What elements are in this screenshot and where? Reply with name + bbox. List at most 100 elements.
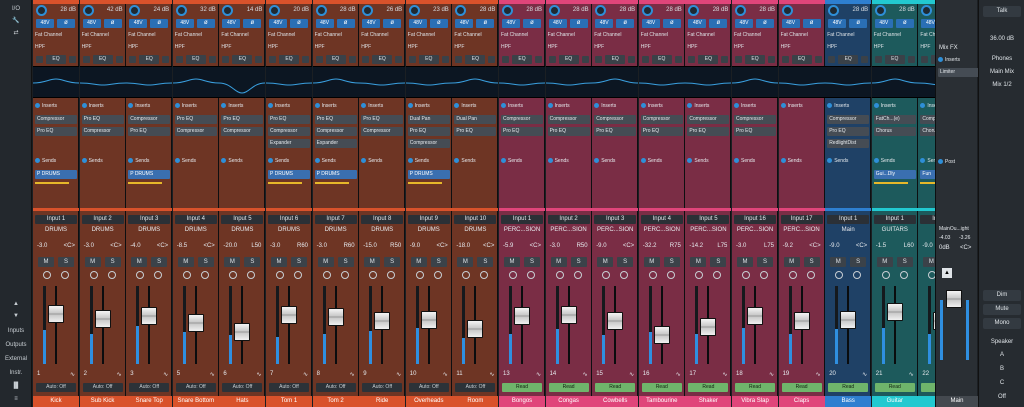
insert-slot[interactable]: Dual Pan [454, 115, 497, 124]
input-select[interactable]: Input 1 [873, 215, 916, 224]
pan-value[interactable]: L75 [764, 243, 774, 249]
pan-value[interactable]: <C> [856, 243, 867, 249]
group-label[interactable]: DRUMS [268, 226, 310, 235]
power-icon[interactable] [780, 103, 786, 109]
power-icon[interactable] [594, 158, 600, 164]
automation-mode[interactable]: Auto: Off [222, 383, 263, 392]
eq-button[interactable]: EQ [325, 55, 346, 64]
eq-toggle-2[interactable] [581, 56, 589, 63]
fat-channel-label[interactable]: Fat Channel [175, 31, 217, 40]
wrench-icon[interactable]: 🔧 [2, 15, 30, 27]
mute-button[interactable]: M [131, 257, 148, 267]
insert-slot[interactable]: Compressor [174, 127, 217, 136]
record-arm-icon[interactable] [881, 271, 890, 279]
eq-button[interactable]: EQ [558, 55, 579, 64]
record-arm-icon[interactable] [742, 271, 750, 279]
inserts-header[interactable]: Inserts [780, 102, 823, 111]
input-select[interactable]: Input 1 [35, 215, 77, 224]
fat-channel-label[interactable]: Fat Channel [315, 31, 357, 40]
record-arm-icon[interactable] [89, 271, 98, 279]
eq-toggle[interactable] [175, 56, 183, 63]
hpf-label[interactable]: HPF [454, 43, 496, 52]
eq-display[interactable] [825, 66, 872, 98]
fat-channel-label[interactable]: Fat Channel [827, 31, 869, 40]
mute-button[interactable]: M [830, 257, 847, 267]
solo-button[interactable]: S [524, 257, 540, 267]
eq-toggle-2[interactable] [348, 56, 356, 63]
pan-value[interactable]: R60 [344, 243, 355, 249]
group-label[interactable]: PERC...SION [548, 226, 590, 235]
pan-value[interactable]: <C> [809, 243, 820, 249]
eq-toggle[interactable] [735, 56, 742, 63]
pan-value[interactable]: <C> [110, 243, 121, 249]
eq-button[interactable]: EQ [605, 55, 626, 64]
insert-slot[interactable]: Compressor [734, 115, 776, 124]
phase-button[interactable]: ø [383, 19, 402, 28]
power-icon[interactable] [827, 158, 833, 164]
phantom-button[interactable]: 48V [82, 19, 101, 28]
main-mix-button[interactable]: Main Mix [981, 67, 1023, 77]
insert-slot[interactable]: Pro EQ [827, 127, 870, 136]
gain-knob[interactable] [36, 5, 47, 16]
mute-button[interactable]: M [224, 257, 241, 267]
gain-knob[interactable] [781, 5, 793, 16]
insert-slot[interactable]: Pro EQ [174, 115, 217, 124]
gain-knob[interactable] [315, 5, 327, 16]
pan-value[interactable]: <C> [623, 243, 634, 249]
gain-knob[interactable] [921, 5, 933, 16]
hpf-label[interactable]: HPF [594, 43, 636, 52]
inserts-header[interactable]: Inserts [81, 102, 124, 111]
send-level[interactable] [268, 181, 310, 185]
eq-toggle[interactable] [455, 56, 463, 63]
hpf-label[interactable]: HPF [408, 43, 450, 52]
automation-mode[interactable]: Read [735, 383, 775, 392]
record-arm-icon[interactable] [43, 271, 51, 279]
sends-header[interactable]: Sends [734, 157, 776, 166]
power-icon[interactable] [268, 158, 273, 164]
eq-toggle[interactable] [874, 56, 882, 63]
automation-mode[interactable]: Auto: Off [36, 383, 76, 392]
volume-fader[interactable] [560, 306, 577, 324]
mute-button[interactable]: M [876, 257, 893, 267]
inserts-header[interactable]: Inserts [35, 102, 77, 111]
automation-mode[interactable]: Auto: Off [82, 383, 123, 392]
fat-channel-label[interactable]: Fat Channel [268, 31, 310, 40]
eq-display[interactable] [359, 66, 406, 98]
channel-name[interactable]: Cowbells [592, 396, 639, 407]
input-select[interactable]: Input 3 [128, 215, 171, 224]
channel-name[interactable]: Guitar [871, 396, 918, 407]
phase-button[interactable]: ø [429, 19, 448, 28]
eq-button[interactable]: EQ [185, 55, 206, 64]
group-label[interactable]: DRUMS [454, 226, 496, 235]
mix12-button[interactable]: Mix 1/2 [981, 80, 1023, 90]
record-arm-icon[interactable] [509, 271, 517, 279]
insert-slot[interactable]: Compressor [314, 127, 357, 136]
send-slot[interactable]: P DRUMS [35, 170, 77, 179]
monitor-icon[interactable] [760, 271, 768, 279]
solo-button[interactable]: S [58, 257, 74, 267]
insert-slot[interactable]: Dual Pan [407, 115, 450, 124]
volume-fader[interactable] [886, 303, 903, 321]
eq-toggle[interactable] [641, 56, 649, 63]
phantom-button[interactable]: 48V [129, 19, 148, 28]
inserts-header[interactable]: Inserts [128, 102, 170, 111]
mute-button[interactable]: M [690, 257, 707, 267]
mute-button[interactable]: M [38, 257, 54, 267]
eq-button[interactable]: EQ [279, 55, 299, 64]
power-icon[interactable] [734, 158, 739, 164]
inserts-header[interactable]: Inserts [594, 102, 636, 111]
input-select[interactable]: Input 17 [780, 215, 823, 224]
monitor-icon[interactable] [107, 271, 116, 279]
automation-mode[interactable]: Auto: Off [269, 383, 309, 392]
eq-display[interactable] [266, 66, 312, 98]
group-label[interactable]: DRUMS [128, 226, 170, 235]
hpf-label[interactable]: HPF [641, 43, 683, 52]
monitor-icon[interactable] [247, 271, 256, 279]
hpf-label[interactable]: HPF [82, 43, 124, 52]
gain-knob[interactable] [641, 5, 653, 16]
pan-value[interactable]: <C> [157, 243, 168, 249]
insert-slot[interactable]: Pro EQ [734, 127, 776, 136]
inserts-header[interactable]: Inserts [174, 102, 217, 111]
inserts-header[interactable]: Inserts [454, 102, 496, 111]
eq-display[interactable] [405, 66, 452, 98]
